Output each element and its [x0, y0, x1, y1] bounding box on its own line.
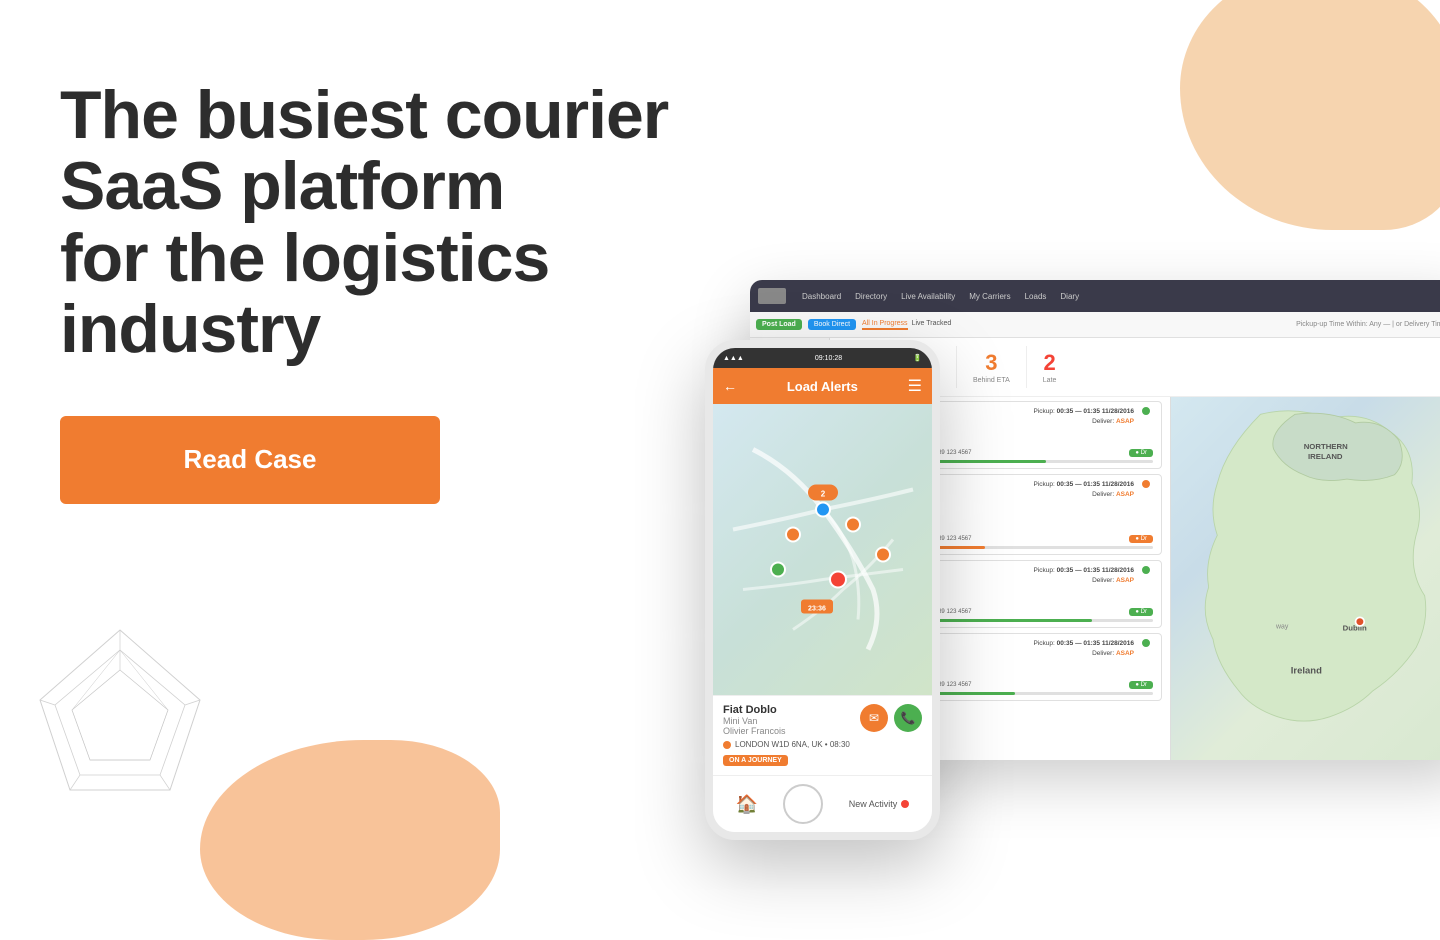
load-route: From: MIAMI, FL, 33131, US To: NEW YORK,…	[847, 566, 1026, 605]
desktop-mockup: Dashboard Directory Live Availability My…	[750, 280, 1440, 760]
time-display: 09:10:28	[815, 355, 842, 362]
svg-text:way: way	[1275, 624, 1289, 631]
location-text: LONDON W1D 6NA, UK • 08:30	[735, 740, 850, 749]
progress-bar	[847, 619, 1153, 622]
read-case-button[interactable]: Read Case	[60, 416, 440, 504]
vehicle-info-card: Fiat Doblo Mini Van Olivier Francois ✉ 📞…	[713, 695, 932, 775]
notification-dot	[901, 800, 909, 808]
behind-eta-badge: ● Dr	[1129, 535, 1153, 543]
svg-text:NORTHERN: NORTHERN	[1304, 442, 1348, 451]
on-time-badge-2: ● Dr	[1129, 608, 1153, 616]
location-icon	[723, 741, 731, 749]
carrier-info: Carrier Pro Test Company 1 +44 789 123 4…	[847, 535, 1153, 543]
home-icon[interactable]: 🏠	[736, 794, 758, 815]
stat-late: 2 Late	[1027, 346, 1073, 388]
nav-item-dashboard: Dashboard	[798, 290, 845, 303]
load-list: From: MIAMI, FL, 33131, US To: NEW YORK,…	[830, 397, 1170, 760]
filter-options: Pickup-up Time Within: Any — | or Delive…	[1296, 321, 1440, 328]
app-main-content: 16 Total 7 On Time 3 Behind ETA 2	[830, 338, 1440, 760]
map-panel: NORTHERN IRELAND Ireland Dublin way	[1170, 397, 1440, 760]
svg-text:IRELAND: IRELAND	[1308, 452, 1343, 461]
tab-in-progress[interactable]: All In Progress	[862, 320, 908, 330]
stat-total: 16 Total	[840, 346, 897, 388]
nav-item-live: Live Availability	[897, 290, 959, 303]
svg-text:23:36: 23:36	[808, 606, 826, 613]
tab-live-tracked[interactable]: Live Tracked	[912, 320, 952, 330]
status-indicator	[1142, 566, 1150, 574]
new-activity-button[interactable]: New Activity	[849, 799, 910, 809]
page-title: The busiest courier SaaS platform for th…	[60, 80, 732, 366]
vehicle-type: Mini Van	[723, 716, 786, 726]
nav-item-directory: Directory	[851, 290, 891, 303]
location-info: LONDON W1D 6NA, UK • 08:30	[723, 740, 922, 749]
nav-items: Dashboard Directory Live Availability My…	[798, 290, 1083, 303]
status-indicator	[1142, 639, 1150, 647]
load-route: From: MIAMI, FL, 33131, US To: NEW YORK,…	[847, 407, 1026, 446]
load-times: Pickup: 00:35 — 01:35 11/28/2016 Deliver…	[1034, 639, 1134, 659]
svg-text:Dublin: Dublin	[1343, 623, 1367, 632]
load-route: From: MIAMI, FL, 33131, US To: NEW YORK,…	[847, 480, 1026, 519]
progress-bar	[847, 692, 1153, 695]
table-row: From: MIAMI, FL, 33131, US To: NEW YORK,…	[838, 474, 1162, 555]
geometric-decoration	[20, 620, 220, 840]
home-button[interactable]	[783, 784, 823, 824]
decorative-blob-bottom	[200, 740, 500, 940]
call-button[interactable]: 📞	[894, 704, 922, 732]
journey-status-badge: ON A JOURNEY	[723, 755, 788, 766]
carrier-info: Carrier Pro Test Company 1 +44 789 123 4…	[847, 681, 1153, 689]
nav-item-carriers: My Carriers	[965, 290, 1014, 303]
svg-text:Ireland: Ireland	[1291, 666, 1322, 677]
vehicle-icon	[847, 522, 863, 532]
phone-bottom-nav: 🏠 New Activity	[713, 775, 932, 832]
progress-bar	[847, 460, 1153, 463]
screen-title: Load Alerts	[787, 379, 858, 394]
progress-bar	[847, 546, 1153, 549]
filter-tabs: All In Progress Live Tracked	[862, 320, 951, 330]
decorative-blob-top-right	[1180, 0, 1440, 230]
carrier-info: Carrier Pro Test Company 1 +44 789 123 4…	[847, 449, 1153, 457]
book-direct-btn[interactable]: Book Direct	[808, 319, 856, 330]
stats-row: 16 Total 7 On Time 3 Behind ETA 2	[830, 338, 1440, 397]
load-times: Pickup: 00:35 — 01:35 11/28/2016 Deliver…	[1034, 480, 1134, 500]
load-times: Pickup: 00:35 — 01:35 11/28/2016 Deliver…	[1034, 566, 1134, 586]
svg-text:2: 2	[821, 490, 826, 499]
dr-badge: ● Dr	[1129, 681, 1153, 689]
carrier-info: Carrier Pro Test Company 1 +44 789 123 4…	[847, 608, 1153, 616]
table-row: From: MIAMI, FL, 33131, US To: NEW YORK,…	[838, 401, 1162, 469]
status-indicator	[1142, 407, 1150, 415]
app-subbar: Post Load Book Direct All In Progress Li…	[750, 312, 1440, 338]
table-row: From: MIAMI, FL, 33131, US To: NEW YORK,…	[838, 633, 1162, 701]
battery-icon: 🔋	[913, 354, 922, 362]
status-indicator	[1142, 480, 1150, 488]
app-navbar: Dashboard Directory Live Availability My…	[750, 280, 1440, 312]
vehicle-name: Fiat Doblo	[723, 704, 786, 716]
nav-item-loads: Loads	[1021, 290, 1051, 303]
load-route: From: MIAMI, FL, 33131, US To: NEW YORK,…	[847, 639, 1026, 678]
hero-content: The busiest courier SaaS platform for th…	[0, 0, 792, 504]
stat-behind-eta: 3 Behind ETA	[957, 346, 1027, 388]
driver-name: Olivier Francois	[723, 726, 786, 736]
map-background: NORTHERN IRELAND Ireland Dublin way	[1171, 397, 1440, 760]
message-button[interactable]: ✉	[860, 704, 888, 732]
table-row: From: MIAMI, FL, 33131, US To: NEW YORK,…	[838, 560, 1162, 628]
nav-item-diary: Diary	[1056, 290, 1083, 303]
desktop-screen: Dashboard Directory Live Availability My…	[750, 280, 1440, 760]
on-time-badge: ● Dr	[1129, 449, 1153, 457]
load-times: Pickup: 00:35 — 01:35 11/28/2016 Deliver…	[1034, 407, 1134, 427]
stat-on-time: 7 On Time	[897, 346, 956, 388]
app-content-area: 📋 Contacts 💳 Payment Report 🔍 Search Pan…	[750, 338, 1440, 760]
list-icon[interactable]: ☰	[908, 376, 922, 396]
